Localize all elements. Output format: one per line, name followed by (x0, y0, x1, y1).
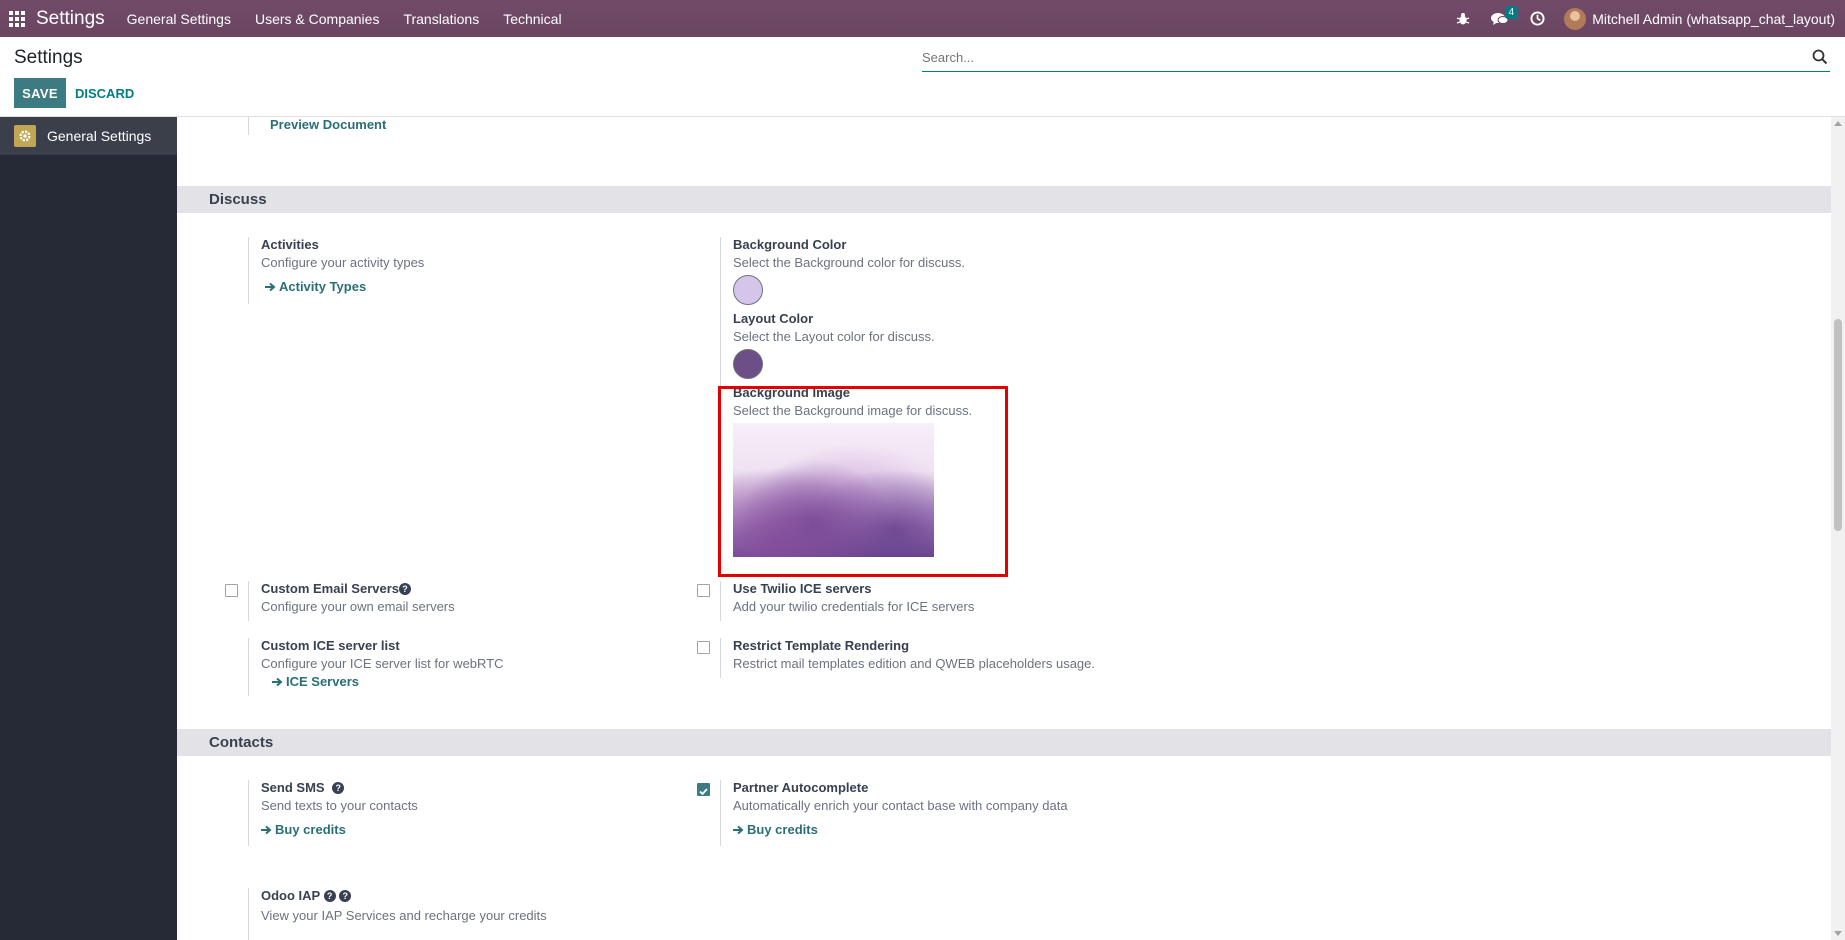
menu-technical[interactable]: Technical (503, 11, 561, 27)
odoo-iap-title: Odoo IAP (261, 888, 320, 903)
custom-ice-desc: Configure your ICE server list for webRT… (261, 656, 504, 671)
background-color-swatch[interactable] (733, 275, 763, 305)
arrow-right-icon (272, 677, 283, 686)
use-twilio-desc: Add your twilio credentials for ICE serv… (733, 599, 975, 614)
activity-types-label: Activity Types (279, 279, 367, 294)
settings-content: Preview Document Discuss Activities Conf… (177, 117, 1831, 940)
settings-sidebar: General Settings (0, 117, 177, 940)
custom-email-servers-checkbox[interactable] (225, 584, 238, 597)
help-icon[interactable]: ? (339, 890, 352, 902)
buy-credits-label: Buy credits (747, 822, 818, 837)
restrict-template-title: Restrict Template Rendering (733, 638, 910, 653)
section-contacts-heading: Contacts (177, 729, 1831, 756)
sidebar-item-general-settings[interactable]: General Settings (0, 117, 177, 155)
messages-count-badge: 4 (1504, 6, 1519, 19)
partner-autocomplete-setting: Partner Autocomplete Automatically enric… (720, 780, 1220, 846)
checkmark-icon (699, 788, 708, 796)
scroll-up-icon[interactable] (1834, 121, 1842, 126)
arrow-right-icon (261, 825, 272, 834)
layout-color-swatch[interactable] (733, 349, 763, 379)
odoo-iap-setting: Odoo IAP ? ? View your IAP Services and … (248, 888, 648, 940)
custom-email-servers-title: Custom Email Servers (261, 581, 400, 596)
activities-desc: Configure your activity types (261, 255, 425, 270)
debug-bug-icon[interactable] (1446, 0, 1480, 37)
partner-autocomplete-title: Partner Autocomplete (733, 780, 869, 795)
activities-title: Activities (261, 237, 319, 252)
search-box (922, 44, 1830, 72)
send-sms-title: Send SMS (261, 780, 325, 795)
user-menu[interactable]: Mitchell Admin (whatsapp_chat_layout) (1592, 11, 1835, 27)
top-navbar: Settings General Settings Users & Compan… (0, 0, 1845, 37)
help-icon[interactable]: ? (332, 782, 345, 794)
partner-autocomplete-buy-credits-link[interactable]: Buy credits (733, 822, 818, 837)
restrict-template-desc: Restrict mail templates edition and QWEB… (733, 656, 1096, 671)
odoo-iap-desc: View your IAP Services and recharge your… (261, 908, 547, 923)
page-title: Settings (14, 47, 83, 68)
send-sms-setting: Send SMS ? Send texts to your contacts B… (248, 780, 648, 846)
save-button[interactable]: SAVE (14, 78, 66, 108)
use-twilio-checkbox[interactable] (697, 584, 710, 597)
messages-icon[interactable]: 4 (1480, 0, 1520, 37)
ice-servers-label: ICE Servers (286, 674, 359, 689)
menu-general-settings[interactable]: General Settings (127, 11, 231, 27)
layout-color-desc: Select the Layout color for discuss. (733, 329, 935, 344)
user-avatar[interactable] (1564, 7, 1587, 30)
custom-email-servers-setting: Custom Email Servers? Configure your own… (248, 581, 648, 621)
search-input[interactable] (922, 44, 1792, 70)
buy-credits-label: Buy credits (275, 822, 346, 837)
search-icon[interactable] (1812, 49, 1828, 65)
partner-autocomplete-checkbox[interactable] (697, 783, 710, 796)
document-layout-setting: Preview Document (248, 117, 386, 135)
gear-icon (14, 125, 36, 147)
help-icon[interactable]: ? (399, 583, 412, 595)
apps-menu-icon[interactable] (0, 0, 34, 37)
background-color-title: Background Color (733, 237, 847, 252)
preview-document-link[interactable]: Preview Document (270, 117, 386, 132)
sidebar-item-label: General Settings (47, 128, 152, 144)
use-twilio-title: Use Twilio ICE servers (733, 581, 872, 596)
ice-servers-link[interactable]: ICE Servers (272, 674, 359, 689)
menu-users-companies[interactable]: Users & Companies (255, 11, 380, 27)
section-discuss-heading: Discuss (177, 186, 1831, 213)
background-color-desc: Select the Background color for discuss. (733, 255, 965, 270)
layout-color-title: Layout Color (733, 311, 814, 326)
activity-clock-icon[interactable] (1520, 0, 1554, 37)
discard-button[interactable]: DISCARD (75, 78, 134, 108)
activity-types-link[interactable]: Activity Types (265, 279, 366, 294)
restrict-template-setting: Restrict Template Rendering Restrict mai… (720, 638, 1320, 678)
custom-email-servers-desc: Configure your own email servers (261, 599, 455, 614)
menu-translations[interactable]: Translations (403, 11, 479, 27)
vertical-scrollbar[interactable] (1831, 117, 1845, 940)
partner-autocomplete-desc: Automatically enrich your contact base w… (733, 798, 1068, 813)
scroll-down-icon[interactable] (1834, 931, 1842, 936)
activities-setting: Activities Configure your activity types… (248, 237, 648, 304)
use-twilio-setting: Use Twilio ICE servers Add your twilio c… (720, 581, 1220, 621)
custom-ice-title: Custom ICE server list (261, 638, 400, 653)
help-icon[interactable]: ? (323, 890, 336, 902)
control-panel: Settings SAVE DISCARD (0, 37, 1845, 117)
custom-ice-setting: Custom ICE server list Configure your IC… (248, 638, 648, 696)
highlight-box (718, 386, 1008, 577)
scroll-thumb[interactable] (1834, 319, 1842, 531)
restrict-template-checkbox[interactable] (697, 641, 710, 654)
send-sms-desc: Send texts to your contacts (261, 798, 418, 813)
arrow-right-icon (265, 282, 276, 291)
arrow-right-icon (733, 825, 744, 834)
send-sms-buy-credits-link[interactable]: Buy credits (261, 822, 346, 837)
app-title[interactable]: Settings (36, 8, 105, 30)
